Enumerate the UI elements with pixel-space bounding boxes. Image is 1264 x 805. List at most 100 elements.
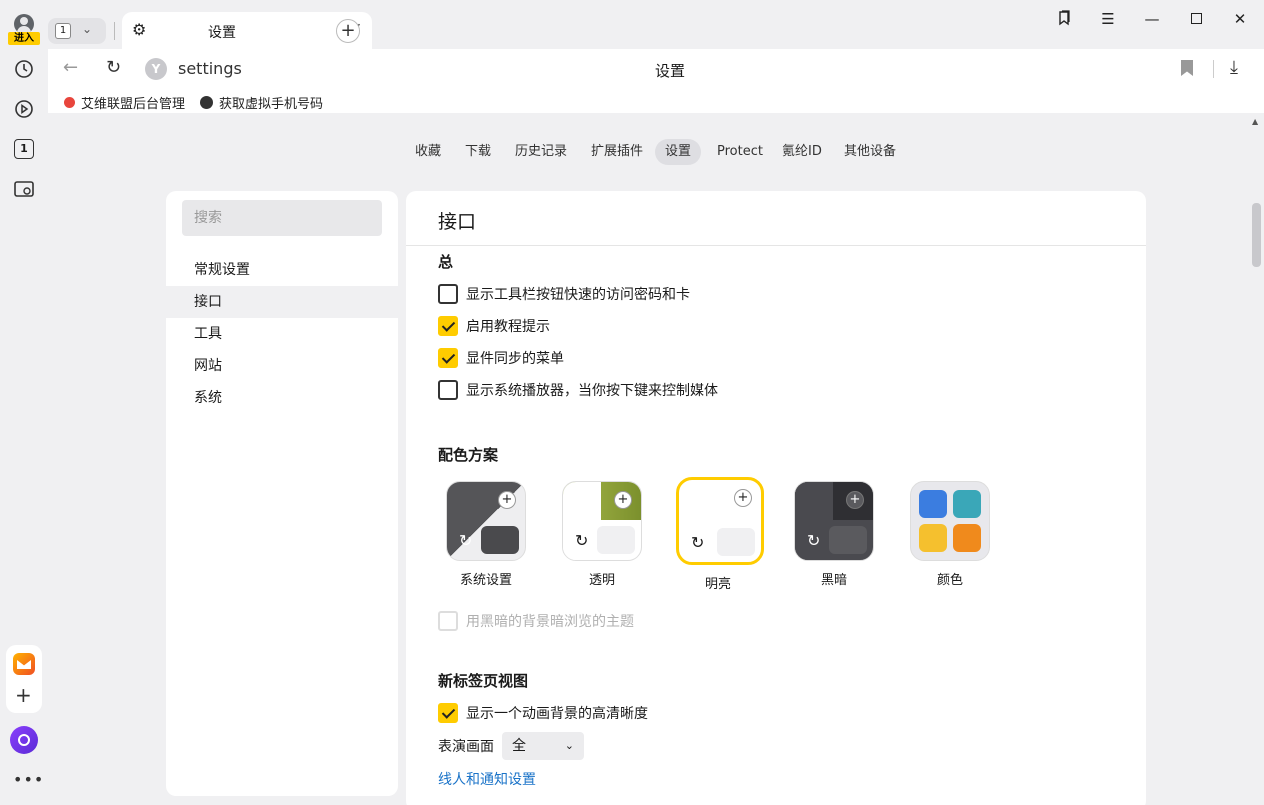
option-label: 显示工具栏按钮快速的访问密码和卡	[466, 287, 690, 303]
section-title: 接口	[438, 211, 477, 233]
nav-settings[interactable]: 设置	[655, 139, 702, 165]
download-icon[interactable]: ⤓	[1230, 57, 1238, 78]
tab-strip: 1 ⌄ ⚙ 设置 ✕ + ☰ — ✕	[48, 0, 1264, 49]
tab-divider	[114, 22, 115, 40]
menu-icon[interactable]: ☰	[1098, 10, 1118, 28]
theme-label: 颜色	[936, 573, 963, 588]
bookmark-label: 获取虚拟手机号码	[219, 97, 324, 112]
more-icon[interactable]: •••	[13, 770, 44, 789]
nav-id[interactable]: 氪纶ID	[772, 139, 832, 165]
preview-box	[717, 528, 755, 556]
option-tutorial-tips[interactable]: 启用教程提示	[438, 315, 550, 337]
scrollbar[interactable]: ▲	[1248, 113, 1264, 805]
tab-count-icon[interactable]: 1	[11, 136, 37, 162]
settings-page: ▲ 收藏 下载 历史记录 扩展插件 设置 Protect 氪纶ID 其他设备 常…	[48, 113, 1264, 805]
preview-box	[829, 526, 867, 554]
enter-badge: 进入	[8, 32, 40, 45]
tab-switcher[interactable]: 1 ⌄	[48, 18, 106, 44]
new-tab-button[interactable]: +	[336, 19, 360, 43]
mail-app-icon[interactable]	[13, 653, 35, 675]
option-label: 显示一个动画背景的高清晰度	[466, 706, 648, 722]
option-toolbar-passwords[interactable]: 显示工具栏按钮快速的访问密码和卡	[438, 283, 690, 305]
chevron-down-icon: ⌄	[564, 739, 574, 752]
media-play-icon[interactable]	[11, 96, 37, 122]
bookmark-item[interactable]: 获取虚拟手机号码	[200, 93, 323, 112]
theme-dark[interactable]: + ↻ 黑暗	[792, 481, 876, 588]
reload-icon[interactable]: ↻	[106, 57, 121, 78]
new-tab-heading: 新标签页视图	[438, 672, 529, 690]
option-sync-menu[interactable]: 显件同步的菜单	[438, 347, 564, 369]
scroll-thumb[interactable]	[1252, 203, 1261, 267]
theme-light[interactable]: + ↻ 明亮	[676, 477, 764, 592]
theme-label: 黑暗	[820, 573, 847, 588]
checkbox[interactable]	[438, 611, 458, 631]
site-identity-icon[interactable]: Y	[145, 58, 167, 80]
nav-protect[interactable]: Protect	[707, 139, 773, 165]
checkbox[interactable]	[438, 348, 458, 368]
checkbox[interactable]	[438, 380, 458, 400]
alice-assistant-icon[interactable]	[10, 726, 38, 754]
sidebar-item-tools[interactable]: 工具	[166, 318, 398, 350]
checkbox[interactable]	[438, 316, 458, 336]
nav-extensions[interactable]: 扩展插件	[581, 139, 653, 165]
notifications-settings-link[interactable]: 线人和通知设置	[438, 769, 536, 789]
option-dark-background[interactable]: 用黑暗的背景暗浏览的主题	[438, 610, 634, 632]
left-rail: 进入 1 + •••	[0, 0, 48, 805]
minimize-icon[interactable]: —	[1142, 10, 1162, 28]
theme-system[interactable]: + ↻ 系统设置	[444, 481, 528, 588]
search-input[interactable]	[182, 200, 382, 236]
chevron-down-icon: ⌄	[82, 22, 93, 36]
plus-icon: +	[846, 491, 864, 509]
tab-settings[interactable]: ⚙ 设置 ✕	[122, 12, 372, 49]
theme-colors[interactable]: 颜色	[908, 481, 992, 588]
sidebar-item-sites[interactable]: 网站	[166, 350, 398, 382]
bookmark-icon[interactable]	[1181, 60, 1193, 76]
option-animated-background[interactable]: 显示一个动画背景的高清晰度	[438, 702, 648, 724]
theme-label: 明亮	[704, 577, 731, 592]
sidebar-item-interface[interactable]: 接口	[166, 286, 398, 318]
history-icon[interactable]	[11, 56, 37, 82]
option-system-player[interactable]: 显示系统播放器，当你按下键来控制媒体	[438, 379, 718, 401]
nav-other-devices[interactable]: 其他设备	[834, 139, 906, 165]
preview-box	[597, 526, 635, 554]
settings-sidebar: 常规设置 接口 工具 网站 系统	[166, 191, 398, 796]
theme-label: 透明	[588, 573, 615, 588]
tab-count-badge: 1	[14, 139, 34, 159]
checkbox[interactable]	[438, 703, 458, 723]
display-row: 表演画面 全 ⌄	[438, 732, 584, 760]
general-heading: 总	[438, 253, 454, 271]
screenshot-icon[interactable]	[11, 176, 37, 202]
theme-transparent[interactable]: + ↻ 透明	[560, 481, 644, 588]
display-select[interactable]: 全 ⌄	[502, 732, 584, 760]
settings-top-nav: 收藏 下载 历史记录 扩展插件 设置 Protect 氪纶ID 其他设备	[48, 139, 1248, 165]
nav-favorites[interactable]: 收藏	[405, 139, 451, 165]
scroll-up-icon[interactable]: ▲	[1252, 117, 1258, 126]
bookmarks-bar: 艾维联盟后台管理 获取虚拟手机号码	[48, 89, 1264, 113]
sidebar-item-general[interactable]: 常规设置	[166, 254, 398, 286]
tab-title: 设置	[208, 25, 236, 41]
reload-icon: ↻	[807, 531, 821, 550]
sidebar-item-system[interactable]: 系统	[166, 382, 398, 414]
nav-history[interactable]: 历史记录	[505, 139, 577, 165]
url-field[interactable]: settings	[178, 59, 242, 78]
checkbox[interactable]	[438, 284, 458, 304]
bookmark-favicon-icon	[64, 97, 75, 108]
option-label: 显件同步的菜单	[466, 351, 564, 367]
divider	[406, 245, 1146, 246]
color-scheme-heading: 配色方案	[438, 446, 499, 464]
plus-icon: +	[498, 491, 516, 509]
page-title: 设置	[655, 62, 686, 80]
back-icon[interactable]: ←	[63, 57, 78, 78]
bookmark-item[interactable]: 艾维联盟后台管理	[64, 93, 185, 112]
maximize-icon[interactable]	[1186, 10, 1206, 24]
add-app-icon[interactable]: +	[15, 685, 32, 705]
reload-icon: ↻	[575, 531, 589, 550]
theme-colors-preview	[910, 481, 990, 561]
bookmarks-panel-icon[interactable]	[1054, 10, 1074, 30]
profile-avatar[interactable]: 进入	[6, 14, 42, 46]
window-close-icon[interactable]: ✕	[1230, 10, 1250, 28]
theme-dark-preview: + ↻	[794, 481, 874, 561]
bookmark-label: 艾维联盟后台管理	[81, 97, 186, 112]
plus-icon: +	[734, 489, 752, 507]
nav-downloads[interactable]: 下载	[455, 139, 501, 165]
